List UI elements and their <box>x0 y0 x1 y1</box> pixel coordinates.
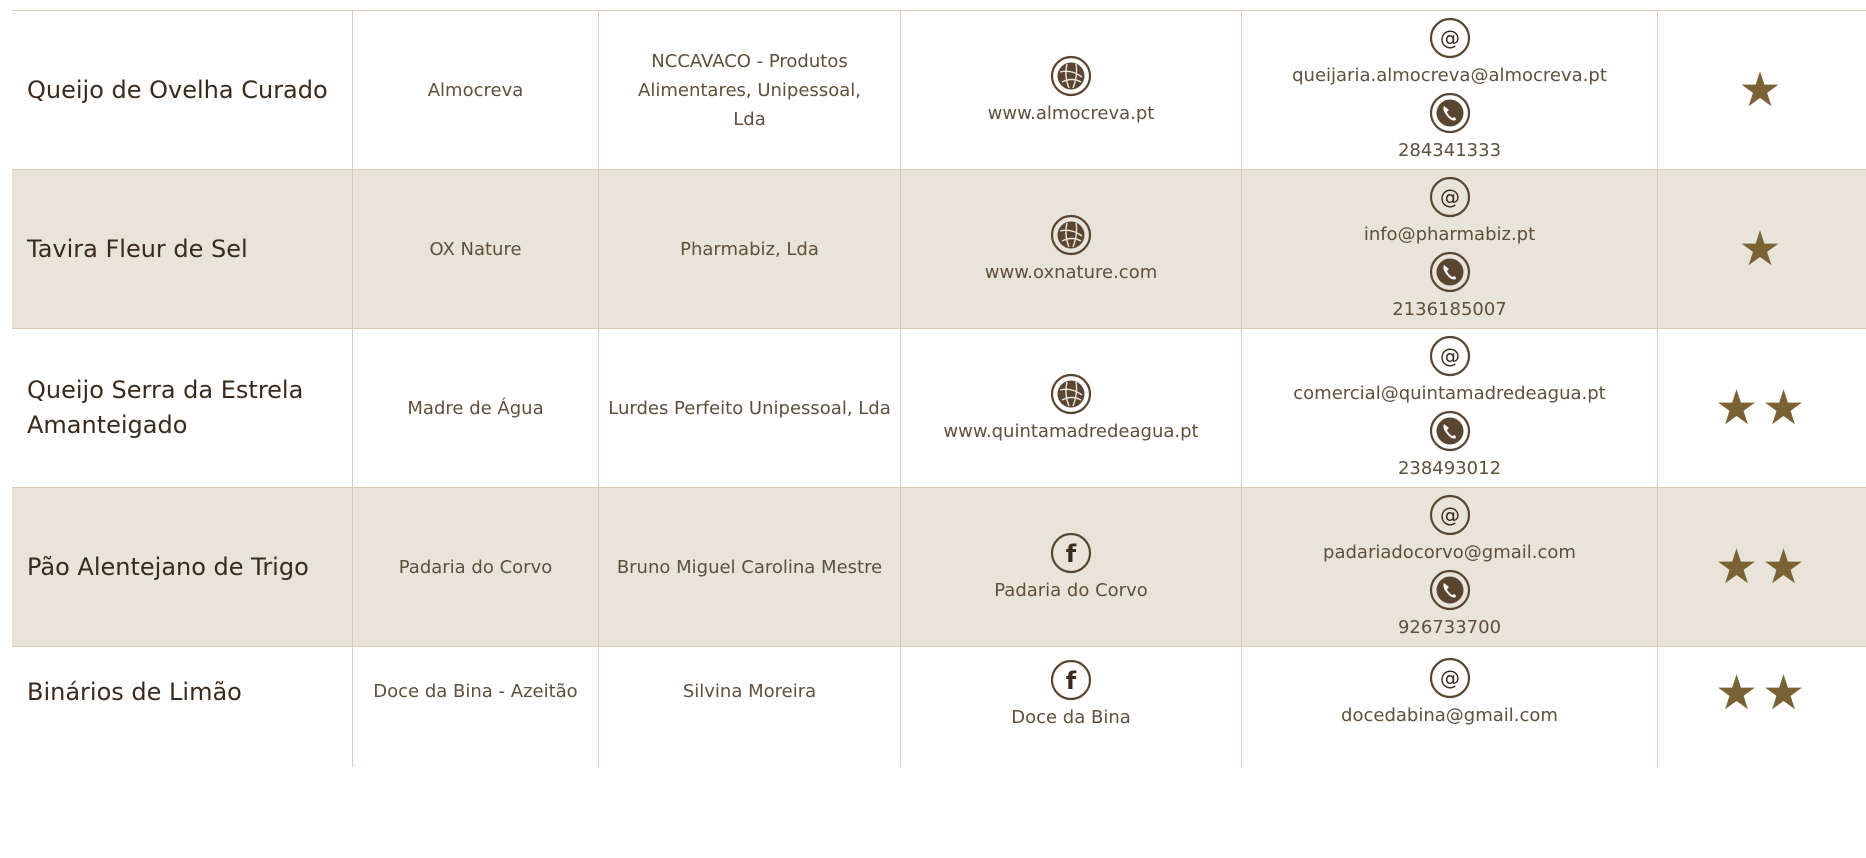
product-name-text: Queijo Serra da Estrela Amanteigado <box>27 376 304 439</box>
web-cell: f Padaria do Corvo <box>901 488 1242 646</box>
contact-cell: @ info@pharmabiz.pt 2136185007 <box>1242 170 1658 328</box>
star-rating: ★★ <box>1714 380 1810 436</box>
contact-cell: @ docedabina@gmail.com <box>1242 647 1658 767</box>
rating-cell: ★ <box>1658 11 1866 169</box>
company-name: Pharmabiz, Lda <box>599 170 901 328</box>
email-icon: @ <box>1429 657 1471 699</box>
brand-name: Madre de Água <box>353 329 599 487</box>
rating-cell: ★★ <box>1658 488 1866 646</box>
svg-text:@: @ <box>1440 185 1460 209</box>
rating-cell: ★★ <box>1658 329 1866 487</box>
table-row: Binários de Limão Doce da Bina - Azeitão… <box>12 647 1866 767</box>
table-row: Queijo Serra da Estrela Amanteigado Madr… <box>12 329 1866 488</box>
email-icon: @ <box>1429 176 1471 218</box>
svg-text:@: @ <box>1440 666 1460 690</box>
brand-name: Almocreva <box>353 11 599 169</box>
company-name: NCCAVACO - Produtos Alimentares, Unipess… <box>599 11 901 169</box>
website-link[interactable]: www.almocreva.pt <box>988 99 1155 128</box>
company-name-text: Pharmabiz, Lda <box>680 238 819 260</box>
web-cell: www.almocreva.pt <box>901 11 1242 169</box>
star-rating: ★★ <box>1714 539 1810 595</box>
website-link[interactable]: www.quintamadredeagua.pt <box>943 417 1198 446</box>
globe-icon <box>1050 55 1092 97</box>
email-link[interactable]: queijaria.almocreva@almocreva.pt <box>1292 61 1607 90</box>
email-icon: @ <box>1429 494 1471 536</box>
rating-cell: ★ <box>1658 170 1866 328</box>
email-icon: @ <box>1429 17 1471 59</box>
product-name: Pão Alentejano de Trigo <box>12 488 353 646</box>
table-row: Tavira Fleur de Sel OX Nature Pharmabiz,… <box>12 170 1866 329</box>
svg-text:@: @ <box>1440 344 1460 368</box>
svg-text:@: @ <box>1440 26 1460 50</box>
web-cell: f Doce da Bina <box>901 647 1242 767</box>
company-name: Silvina Moreira <box>599 647 901 767</box>
company-name: Bruno Miguel Carolina Mestre <box>599 488 901 646</box>
product-name: Tavira Fleur de Sel <box>12 170 353 328</box>
phone-number: 284341333 <box>1397 140 1502 161</box>
producers-table: Queijo de Ovelha Curado Almocreva NCCAVA… <box>12 10 1866 767</box>
company-name: Lurdes Perfeito Unipessoal, Lda <box>599 329 901 487</box>
table-row: Pão Alentejano de Trigo Padaria do Corvo… <box>12 488 1866 647</box>
company-name-text: Silvina Moreira <box>682 681 817 702</box>
star-rating: ★ <box>1738 221 1786 277</box>
svg-text:f: f <box>1066 667 1077 695</box>
contact-cell: @ comercial@quintamadredeagua.pt 2384930… <box>1242 329 1658 487</box>
product-name: Queijo de Ovelha Curado <box>12 11 353 169</box>
company-name-text: Lurdes Perfeito Unipessoal, Lda <box>608 397 891 419</box>
facebook-icon: f <box>1050 532 1092 574</box>
phone-icon <box>1429 569 1471 611</box>
email-icon: @ <box>1429 335 1471 377</box>
product-name: Queijo Serra da Estrela Amanteigado <box>12 329 353 487</box>
web-cell: www.quintamadredeagua.pt <box>901 329 1242 487</box>
website-link[interactable]: www.oxnature.com <box>985 258 1158 287</box>
brand-name: Padaria do Corvo <box>353 488 599 646</box>
contact-cell: @ padariadocorvo@gmail.com 926733700 <box>1242 488 1658 646</box>
phone-icon <box>1429 251 1471 293</box>
email-link[interactable]: info@pharmabiz.pt <box>1364 220 1535 249</box>
contact-cell: @ queijaria.almocreva@almocreva.pt 28434… <box>1242 11 1658 169</box>
brand-name: Doce da Bina - Azeitão <box>353 647 599 767</box>
phone-number: 2136185007 <box>1392 299 1507 320</box>
facebook-icon: f <box>1050 659 1092 701</box>
email-link[interactable]: padariadocorvo@gmail.com <box>1323 538 1576 567</box>
phone-icon <box>1429 410 1471 452</box>
phone-number: 238493012 <box>1397 458 1502 479</box>
phone-icon <box>1429 92 1471 134</box>
phone-number: 926733700 <box>1397 617 1502 638</box>
star-rating: ★★ <box>1714 665 1810 721</box>
web-cell: www.oxnature.com <box>901 170 1242 328</box>
email-link[interactable]: comercial@quintamadredeagua.pt <box>1293 379 1605 408</box>
table-row: Queijo de Ovelha Curado Almocreva NCCAVA… <box>12 11 1866 170</box>
facebook-link[interactable]: Doce da Bina <box>1011 703 1131 732</box>
brand-name: OX Nature <box>353 170 599 328</box>
company-name-text: Bruno Miguel Carolina Mestre <box>616 556 883 578</box>
star-rating: ★ <box>1738 62 1786 118</box>
facebook-link[interactable]: Padaria do Corvo <box>994 576 1148 605</box>
rating-cell: ★★ <box>1658 647 1866 767</box>
company-name-text: NCCAVACO - Produtos Alimentares, Unipess… <box>638 50 861 130</box>
svg-text:@: @ <box>1440 503 1460 527</box>
globe-icon <box>1050 373 1092 415</box>
product-name: Binários de Limão <box>12 647 353 767</box>
email-link[interactable]: docedabina@gmail.com <box>1341 701 1558 730</box>
globe-icon <box>1050 214 1092 256</box>
svg-text:f: f <box>1066 540 1077 568</box>
